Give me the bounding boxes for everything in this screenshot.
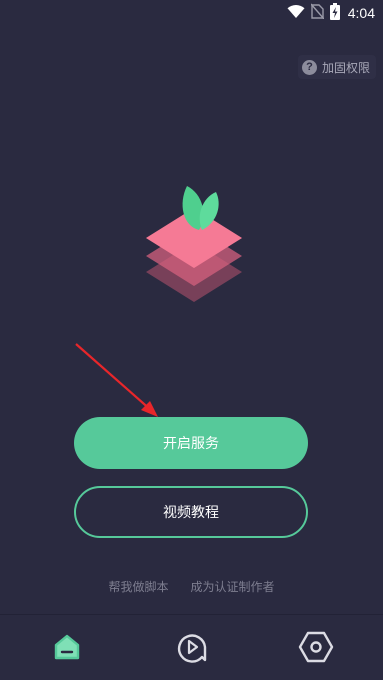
play-icon [175,630,209,668]
permission-label: 加固权限 [321,60,370,75]
video-tutorial-label: 视频教程 [163,505,219,521]
status-bar: 4:04 [0,0,383,26]
app-logo [140,180,248,310]
wifi-icon [287,4,305,23]
settings-hexagon-icon [298,630,334,668]
battery-charging-icon [329,2,340,24]
footer-links: 帮我做脚本 成为认证制作者 [0,578,383,595]
become-author-link[interactable]: 成为认证制作者 [191,578,275,595]
start-service-button[interactable]: 开启服务 [74,417,308,469]
question-circle-icon: ? [301,59,317,75]
status-icons: 4:04 [287,2,375,24]
bottom-nav [0,615,383,680]
nav-settings[interactable] [296,629,336,669]
nav-home[interactable] [47,629,87,669]
home-icon [52,632,82,666]
start-service-label: 开启服务 [163,436,219,452]
help-write-script-link[interactable]: 帮我做脚本 [108,578,168,595]
video-tutorial-button[interactable]: 视频教程 [74,486,308,538]
permission-button[interactable]: ? 加固权限 [297,55,376,79]
nav-video[interactable] [172,629,212,669]
status-time: 4:04 [347,5,375,21]
no-sim-icon [310,3,325,23]
